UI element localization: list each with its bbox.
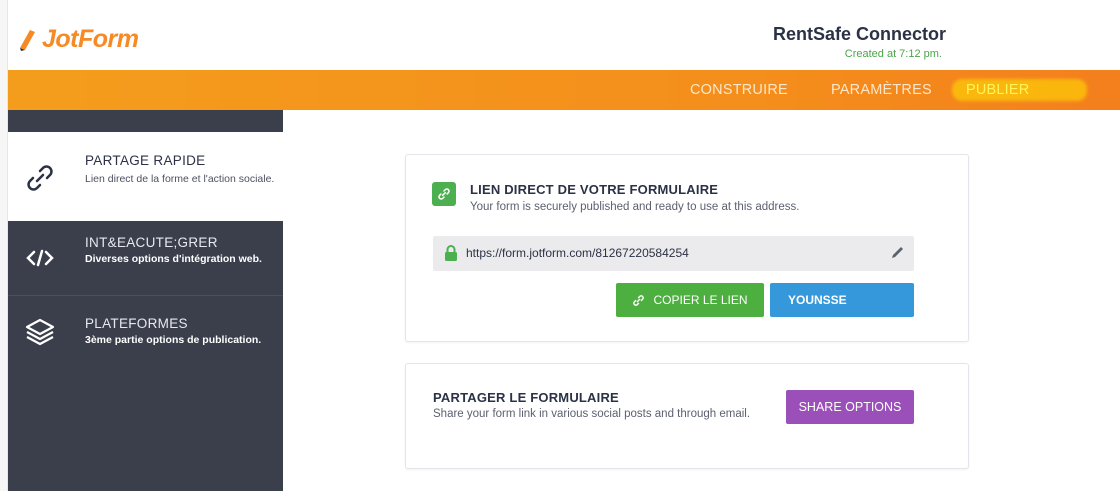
direct-link-card: LIEN DIRECT DE VOTRE FORMULAIRE Your for…	[405, 154, 969, 342]
link-icon	[27, 165, 53, 191]
sidebar-item-title: PLATEFORMES	[85, 316, 188, 331]
share-form-card: PARTAGER LE FORMULAIRE Share your form l…	[405, 363, 969, 469]
publish-sidebar: PARTAGE RAPIDE Lien direct de la forme e…	[8, 110, 283, 491]
sidebar-item-description: Lien direct de la forme et l'action soci…	[85, 173, 275, 185]
share-form-heading: PARTAGER LE FORMULAIRE	[433, 390, 619, 405]
page-edge	[0, 0, 8, 491]
header: JotForm RentSafe Connector Created at 7:…	[8, 0, 1120, 70]
logo-text: JotForm	[42, 25, 139, 53]
tab-publier[interactable]: PUBLIER	[966, 82, 1029, 98]
direct-link-subtext: Your form is securely published and read…	[470, 201, 800, 213]
copy-link-label: COPIER LE LIEN	[653, 293, 748, 307]
form-url-text[interactable]: https://form.jotform.com/81267220584254	[466, 246, 689, 260]
copy-link-button[interactable]: COPIER LE LIEN	[616, 283, 764, 317]
top-navbar: CONSTRUIRE PARAMÈTRES PUBLIER	[8, 70, 1120, 110]
share-form-subtext: Share your form link in various social p…	[433, 408, 751, 420]
younsse-button[interactable]: YOUNSSE	[770, 283, 914, 317]
link-badge-icon	[432, 182, 456, 206]
sidebar-item-partage-rapide[interactable]: PARTAGE RAPIDE Lien direct de la forme e…	[8, 132, 283, 221]
code-icon	[26, 249, 54, 267]
link-icon	[633, 294, 645, 306]
layers-icon	[25, 318, 55, 346]
jotform-logo[interactable]: JotForm	[18, 25, 139, 54]
sidebar-item-plateformes[interactable]: PLATEFORMES 3ème partie options de publi…	[8, 296, 283, 366]
pencil-logo-icon	[20, 29, 35, 51]
lock-icon	[445, 245, 457, 261]
share-options-button[interactable]: SHARE OPTIONS	[786, 390, 914, 424]
sidebar-item-title: INT&EACUTE;GRER	[85, 235, 218, 250]
direct-link-heading: LIEN DIRECT DE VOTRE FORMULAIRE	[470, 182, 719, 197]
sidebar-item-integrer[interactable]: INT&EACUTE;GRER Diverses options d'intég…	[8, 221, 283, 296]
form-title[interactable]: RentSafe Connector	[773, 24, 946, 45]
form-created-time: Created at 7:12 pm.	[844, 48, 942, 60]
sidebar-item-description: 3ème partie options de publication.	[85, 334, 262, 346]
tab-parametres[interactable]: PARAMÈTRES	[831, 82, 932, 98]
sidebar-item-description: Diverses options d'intégration web.	[85, 253, 262, 265]
tab-construire[interactable]: CONSTRUIRE	[690, 82, 788, 98]
sidebar-item-title: PARTAGE RAPIDE	[85, 153, 206, 168]
edit-pencil-icon[interactable]	[890, 246, 904, 260]
form-url-field[interactable]: https://form.jotform.com/81267220584254	[433, 236, 914, 271]
